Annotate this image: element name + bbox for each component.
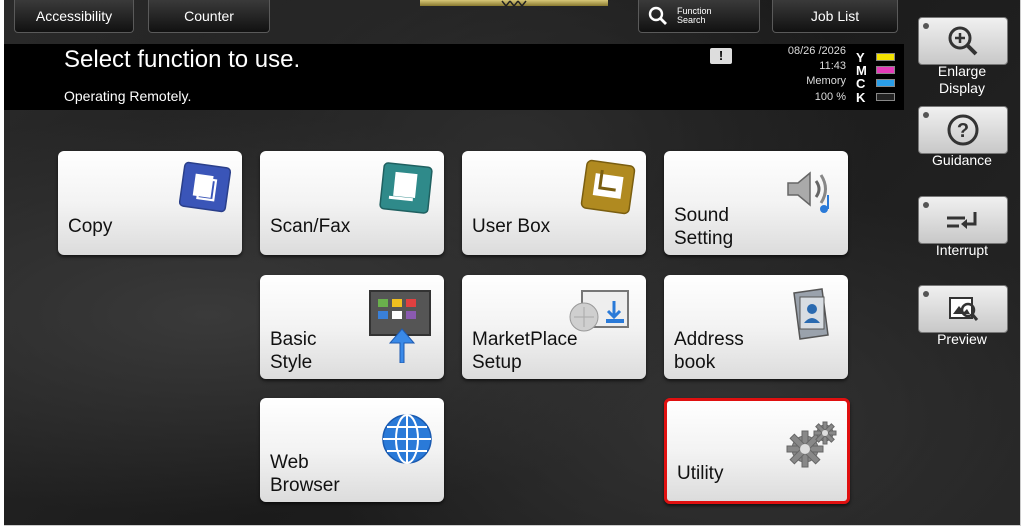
user-box-label: User Box xyxy=(472,216,551,237)
help-icon: ? xyxy=(947,114,979,146)
globe-icon xyxy=(382,414,432,464)
accessibility-button[interactable]: Accessibility xyxy=(14,0,134,33)
chevron-marks-icon xyxy=(501,0,527,8)
copy-tile[interactable]: Copy xyxy=(58,151,242,255)
sound-setting-tile[interactable]: Sound Setting xyxy=(664,151,848,255)
toner-bar xyxy=(876,93,895,101)
interrupt-button[interactable] xyxy=(918,196,1008,244)
address-book-tile[interactable]: Address book xyxy=(664,275,848,379)
basic-style-label-2: Style xyxy=(270,352,313,373)
toner-bar xyxy=(876,79,895,87)
enlarge-display-label-1: Enlarge xyxy=(937,63,987,79)
search-icon xyxy=(648,6,667,25)
sound-setting-label-1: Sound xyxy=(674,205,729,226)
address-book-label-1: Address xyxy=(674,329,744,350)
indicator-dot xyxy=(923,291,929,297)
function-search-button[interactable]: Function Search xyxy=(638,0,760,33)
scan-fax-icon xyxy=(379,162,433,214)
toner-letter: K xyxy=(856,90,866,105)
enlarge-display-button[interactable] xyxy=(918,17,1008,65)
scan-fax-label: Scan/Fax xyxy=(270,216,351,237)
toner-bar xyxy=(876,53,895,61)
indicator-dot xyxy=(923,202,929,208)
interrupt-label: Interrupt xyxy=(935,242,989,258)
copy-label: Copy xyxy=(68,216,113,237)
basic-style-tile[interactable]: Basic Style xyxy=(260,275,444,379)
interrupt-icon xyxy=(947,212,977,229)
page-title: Select function to use. xyxy=(64,46,301,73)
job-list-label: Job List xyxy=(810,8,860,24)
scan-fax-tile[interactable]: Scan/Fax xyxy=(260,151,444,255)
utility-label: Utility xyxy=(677,463,724,484)
gear-icon xyxy=(786,421,837,468)
user-box-tile[interactable]: User Box xyxy=(462,151,646,255)
time-display: 11:43 xyxy=(819,60,846,72)
marketplace-label-1: MarketPlace xyxy=(472,329,578,350)
user-box-icon xyxy=(580,159,636,215)
sound-setting-label-2: Setting xyxy=(674,228,734,249)
web-browser-label-2: Browser xyxy=(270,475,340,496)
indicator-dot xyxy=(923,112,929,118)
marketplace-label-2: Setup xyxy=(472,352,522,373)
toner-letter: C xyxy=(856,76,866,91)
guidance-button[interactable]: ? xyxy=(918,106,1008,154)
preview-button[interactable] xyxy=(918,285,1008,333)
address-book-label-2: book xyxy=(674,352,716,373)
zoom-in-icon xyxy=(948,26,978,56)
copy-icon xyxy=(178,161,232,213)
basic-style-icon xyxy=(369,290,431,363)
date-display: 08/26 /2026 xyxy=(787,45,846,57)
svg-text:?: ? xyxy=(957,120,969,142)
operating-status: Operating Remotely. xyxy=(64,88,192,104)
job-list-button[interactable]: Job List xyxy=(772,0,898,33)
marketplace-setup-tile[interactable]: MarketPlace Setup xyxy=(462,275,646,379)
address-book-icon xyxy=(793,288,829,340)
web-browser-tile[interactable]: Web Browser xyxy=(260,398,444,502)
indicator-dot xyxy=(923,23,929,29)
speaker-icon xyxy=(787,171,829,213)
accessibility-label: Accessibility xyxy=(35,8,113,24)
warning-icon[interactable]: ! xyxy=(710,48,732,64)
toner-bar xyxy=(876,66,895,74)
preview-icon xyxy=(949,297,979,321)
web-browser-label-1: Web xyxy=(270,452,309,473)
guidance-label: Guidance xyxy=(932,152,992,168)
function-search-label-2: Search xyxy=(677,15,706,25)
basic-style-label-1: Basic xyxy=(270,329,317,350)
preview-label: Preview xyxy=(937,331,987,347)
counter-button[interactable]: Counter xyxy=(148,0,270,33)
status-bar: Select function to use. Operating Remote… xyxy=(4,44,904,110)
enlarge-display-label-2: Display xyxy=(939,80,985,96)
memory-value: 100 % xyxy=(814,91,846,103)
memory-label: Memory xyxy=(806,75,846,87)
utility-tile[interactable]: Utility xyxy=(664,398,850,504)
counter-label: Counter xyxy=(184,8,234,24)
